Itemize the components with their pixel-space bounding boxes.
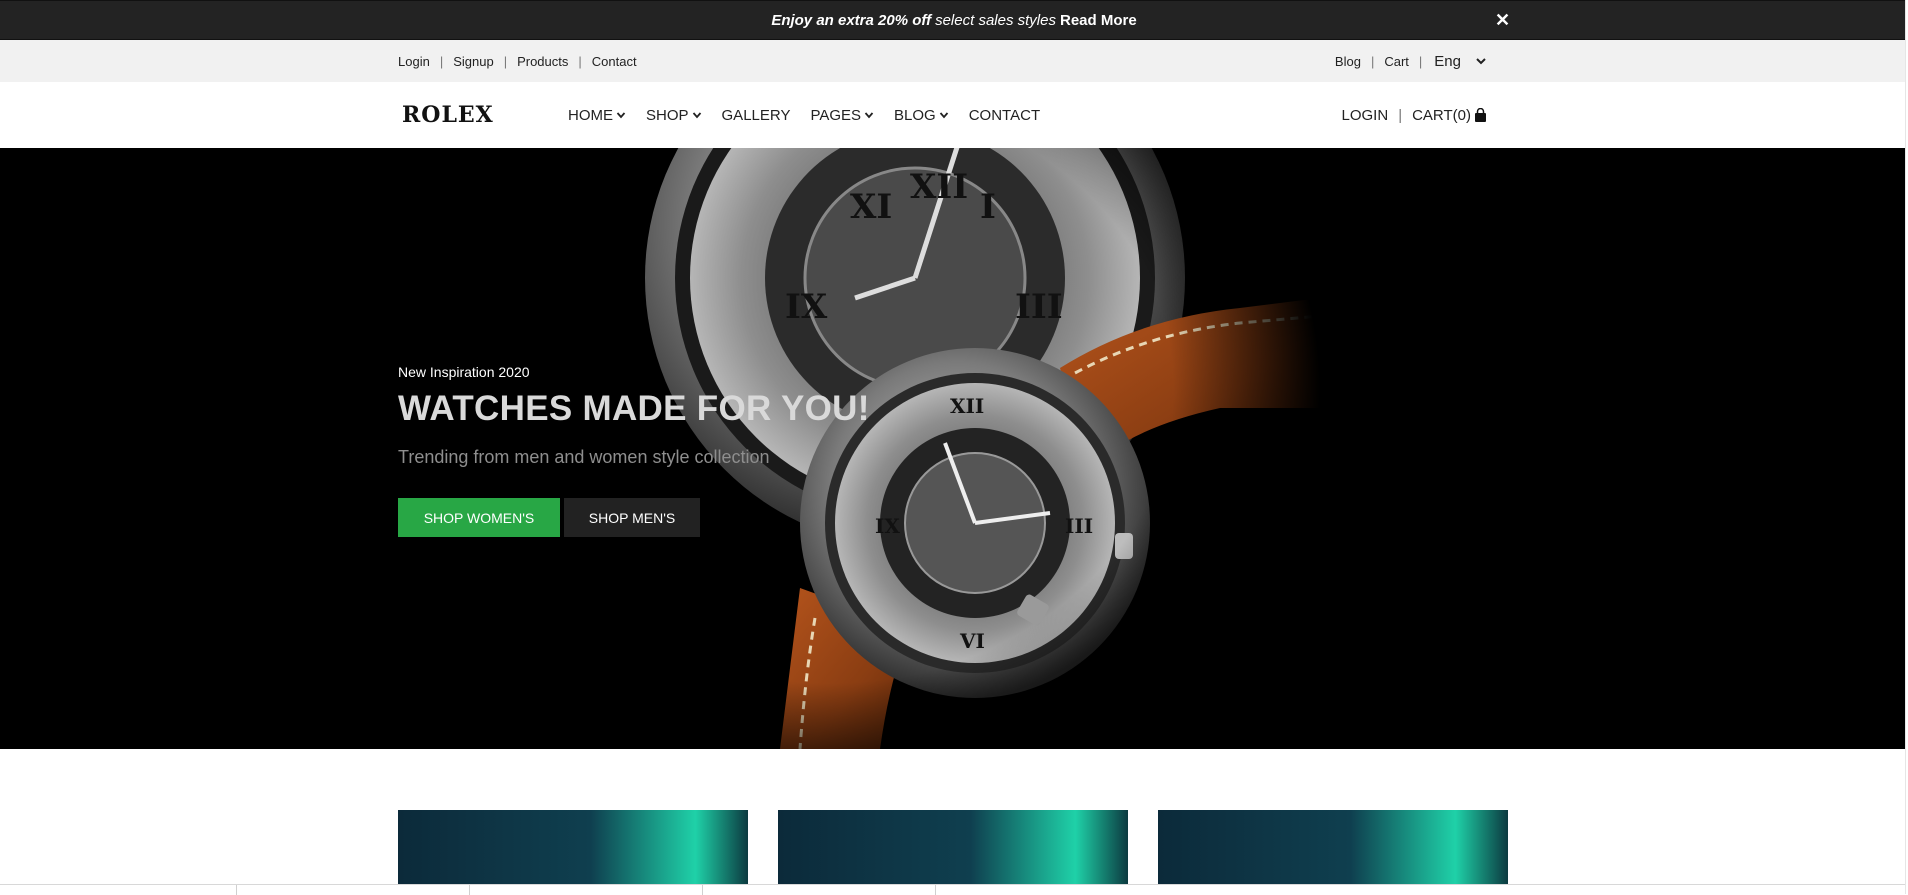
- account-cart-area: LOGIN | CART(0): [1342, 82, 1488, 148]
- divider: |: [439, 53, 444, 69]
- shop-mens-button[interactable]: SHOP MEN'S: [564, 498, 700, 537]
- chevron-down-icon: [692, 112, 701, 119]
- divider: |: [503, 53, 508, 69]
- utility-cart-link[interactable]: Cart: [1384, 54, 1409, 69]
- menu-item-contact[interactable]: CONTACT: [969, 107, 1040, 124]
- hero-banner: XIXIII IXIII XIIIXIIIVI New Inspiration …: [0, 148, 1905, 749]
- utility-links-left: Login | Signup | Products | Contact: [398, 40, 637, 82]
- divider: |: [1398, 106, 1403, 124]
- divider: |: [1370, 53, 1375, 69]
- utility-contact-link[interactable]: Contact: [592, 54, 637, 69]
- menu-item-blog[interactable]: BLOG: [894, 107, 949, 124]
- divider: |: [578, 53, 582, 69]
- category-cards: [0, 810, 1905, 884]
- category-card-image[interactable]: [398, 810, 748, 884]
- menu-item-pages[interactable]: PAGES: [810, 107, 874, 124]
- top-utility-bar: Login | Signup | Products | Contact Blog…: [0, 40, 1905, 82]
- utility-login-link[interactable]: Login: [398, 54, 430, 69]
- promo-read-more-link[interactable]: Read More: [1060, 12, 1137, 29]
- category-card-image[interactable]: [1158, 810, 1508, 884]
- promo-banner: Enjoy an extra 20% off select sales styl…: [0, 0, 1908, 40]
- brand-logo[interactable]: ROLEX: [402, 102, 494, 128]
- menu-item-home[interactable]: HOME: [568, 107, 626, 124]
- utility-links-right: Blog | Cart | Eng: [1335, 40, 1487, 82]
- cart-link[interactable]: CART(0): [1412, 107, 1471, 124]
- shopping-bag-icon[interactable]: [1474, 108, 1487, 122]
- utility-blog-link[interactable]: Blog: [1335, 54, 1361, 69]
- chevron-down-icon: [939, 112, 948, 119]
- chevron-down-icon: [864, 112, 874, 119]
- menu-label: CONTACT: [968, 106, 1041, 124]
- promo-bold-text: Enjoy an extra 20% off: [771, 11, 932, 29]
- login-link[interactable]: LOGIN: [1342, 107, 1389, 124]
- utility-signup-link[interactable]: Signup: [453, 54, 493, 69]
- close-icon[interactable]: ✕: [1495, 10, 1510, 31]
- language-select[interactable]: Eng: [1434, 53, 1487, 70]
- menu-item-gallery[interactable]: GALLERY: [722, 107, 791, 124]
- chevron-down-icon: [616, 112, 626, 119]
- utility-products-link[interactable]: Products: [517, 54, 568, 69]
- chevron-down-icon: [1476, 58, 1486, 65]
- menu-item-shop[interactable]: SHOP: [646, 107, 702, 124]
- promo-italic-text: select sales styles: [935, 11, 1056, 29]
- hero-subtitle: New Inspiration 2020: [398, 364, 530, 380]
- menu-label: GALLERY: [721, 106, 791, 124]
- menu-label: SHOP: [646, 106, 689, 124]
- menu-label: PAGES: [810, 106, 862, 124]
- category-card-image[interactable]: [778, 810, 1128, 884]
- menu-label: BLOG: [894, 106, 936, 124]
- bottom-divider: [0, 884, 1905, 895]
- language-value: Eng: [1434, 52, 1461, 70]
- shop-womens-button[interactable]: SHOP WOMEN'S: [398, 498, 560, 537]
- main-navigation: ROLEX HOME SHOP GALLERY PAGES BLOG CONTA…: [0, 82, 1905, 148]
- menu-label: HOME: [568, 106, 613, 124]
- primary-menu: HOME SHOP GALLERY PAGES BLOG CONTACT: [568, 82, 1060, 148]
- divider: |: [1418, 53, 1423, 69]
- hero-title: WATCHES MADE FOR YOU!: [398, 389, 870, 428]
- hero-description: Trending from men and women style collec…: [398, 447, 770, 467]
